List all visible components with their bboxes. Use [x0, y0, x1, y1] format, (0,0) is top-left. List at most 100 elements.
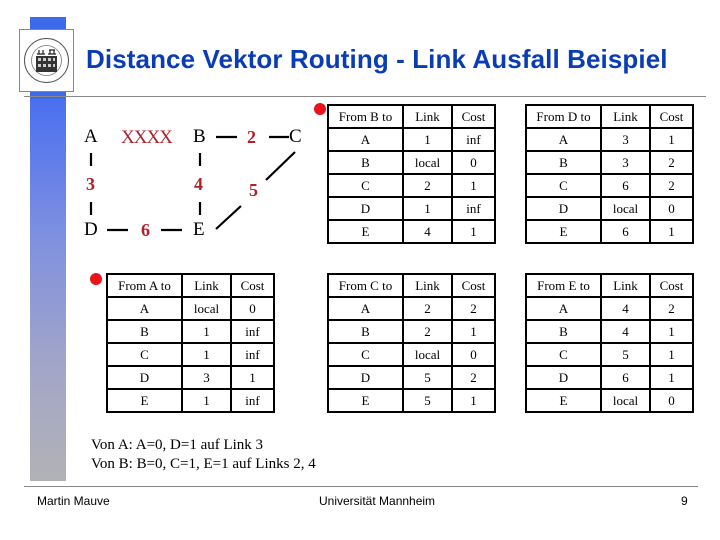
cell-cost: 1: [649, 127, 694, 152]
cell-dest: A: [327, 296, 404, 321]
cell-dest: E: [106, 388, 183, 413]
cell-link: local: [181, 296, 232, 321]
note-from-b: Von B: B=0, C=1, E=1 auf Links 2, 4: [91, 456, 316, 472]
cell-cost: 1: [451, 219, 496, 244]
footer-divider: [24, 486, 698, 487]
title-divider: [24, 96, 706, 97]
cell-link: 3: [181, 365, 232, 390]
cell-dest: B: [327, 319, 404, 344]
node-b: B: [193, 126, 206, 147]
header-cell: Cost: [451, 104, 496, 129]
cell-link: 1: [181, 342, 232, 367]
cell-link: 3: [600, 127, 651, 152]
link-label-5: 5: [249, 180, 258, 200]
link-label-4: 4: [194, 174, 203, 194]
table-row: Elocal 0: [525, 388, 694, 413]
header-cell: From D to: [525, 104, 602, 129]
cell-dest: B: [525, 150, 602, 175]
table-row: E 1 inf: [106, 388, 275, 413]
table-row: A22: [327, 296, 496, 321]
link-label-3: 3: [86, 174, 95, 194]
routing-table-b: From B to Link Cost A 1 inf Blocal 0 C21 D1…: [327, 104, 496, 244]
table-header-row: From E to Link Cost: [525, 273, 694, 298]
cell-link: 1: [181, 319, 232, 344]
cell-cost: 2: [451, 365, 496, 390]
routing-table-e: From E to Link Cost A42 B41 C51 D61 Eloc…: [525, 273, 694, 413]
cell-cost: 0: [451, 342, 496, 367]
header-cell: From A to: [106, 273, 183, 298]
cell-dest: D: [525, 196, 602, 221]
cell-cost: 1: [649, 342, 694, 367]
cell-cost: inf: [230, 342, 275, 367]
cell-link: 4: [600, 319, 651, 344]
header-cell: Link: [600, 273, 651, 298]
cell-cost: 0: [649, 196, 694, 221]
table-row: A 1 inf: [327, 127, 496, 152]
cell-cost: 0: [451, 150, 496, 175]
table-header-row: From D to Link Cost: [525, 104, 694, 129]
cell-dest: D: [106, 365, 183, 390]
cell-dest: A: [525, 127, 602, 152]
header-cell: Link: [402, 273, 453, 298]
cell-cost: 0: [230, 296, 275, 321]
table-row: B32: [525, 150, 694, 175]
note-from-a: Von A: A=0, D=1 auf Link 3: [91, 437, 264, 453]
cell-dest: A: [327, 127, 404, 152]
header-cell: Link: [402, 104, 453, 129]
cell-link: 2: [402, 173, 453, 198]
cell-dest: E: [525, 388, 602, 413]
header-cell: Cost: [451, 273, 496, 298]
cell-cost: inf: [451, 127, 496, 152]
header-cell: Cost: [649, 104, 694, 129]
cell-cost: inf: [230, 319, 275, 344]
cell-dest: D: [327, 196, 404, 221]
cell-dest: B: [525, 319, 602, 344]
header-cell: From C to: [327, 273, 404, 298]
cell-cost: 1: [230, 365, 275, 390]
header-cell: From B to: [327, 104, 404, 129]
cell-link: 1: [402, 127, 453, 152]
node-c: C: [289, 126, 302, 147]
cell-link: 5: [402, 365, 453, 390]
node-e: E: [193, 219, 205, 240]
cell-link: 2: [402, 319, 453, 344]
cell-cost: 0: [649, 388, 694, 413]
header-cell: Cost: [649, 273, 694, 298]
cell-cost: 1: [451, 173, 496, 198]
cell-cost: 2: [649, 150, 694, 175]
cell-link: 4: [600, 296, 651, 321]
node-d: D: [84, 219, 98, 240]
accent-bar: [30, 99, 66, 481]
page-number: 9: [681, 494, 688, 508]
table-row: A42: [525, 296, 694, 321]
cell-link: local: [402, 150, 453, 175]
table-header-row: From A to Link Cost: [106, 273, 275, 298]
table-header-row: From B to Link Cost: [327, 104, 496, 129]
table-row: Alocal 0: [106, 296, 275, 321]
cell-dest: D: [525, 365, 602, 390]
cell-link: local: [402, 342, 453, 367]
routing-table-d: From D to Link Cost A31 B32 C62 Dlocal 0 …: [525, 104, 694, 244]
table-row: B41: [525, 319, 694, 344]
cell-dest: B: [327, 150, 404, 175]
cell-link: 2: [402, 296, 453, 321]
table-row: E41: [327, 219, 496, 244]
node-a: A: [84, 126, 98, 147]
cell-dest: E: [327, 388, 404, 413]
bullet-table-b: [314, 103, 326, 115]
cell-dest: C: [327, 173, 404, 198]
cell-link: 4: [402, 219, 453, 244]
table-row: Dlocal 0: [525, 196, 694, 221]
table-header-row: From C to Link Cost: [327, 273, 496, 298]
table-row: E51: [327, 388, 496, 413]
cell-cost: inf: [451, 196, 496, 221]
cell-dest: D: [327, 365, 404, 390]
cell-link: 5: [402, 388, 453, 413]
cell-dest: B: [106, 319, 183, 344]
cell-cost: 2: [451, 296, 496, 321]
table-row: Clocal 0: [327, 342, 496, 367]
cell-cost: inf: [230, 388, 275, 413]
link-label-2: 2: [247, 127, 256, 147]
link-line-c-5: [265, 151, 296, 181]
table-row: C 1 inf: [106, 342, 275, 367]
